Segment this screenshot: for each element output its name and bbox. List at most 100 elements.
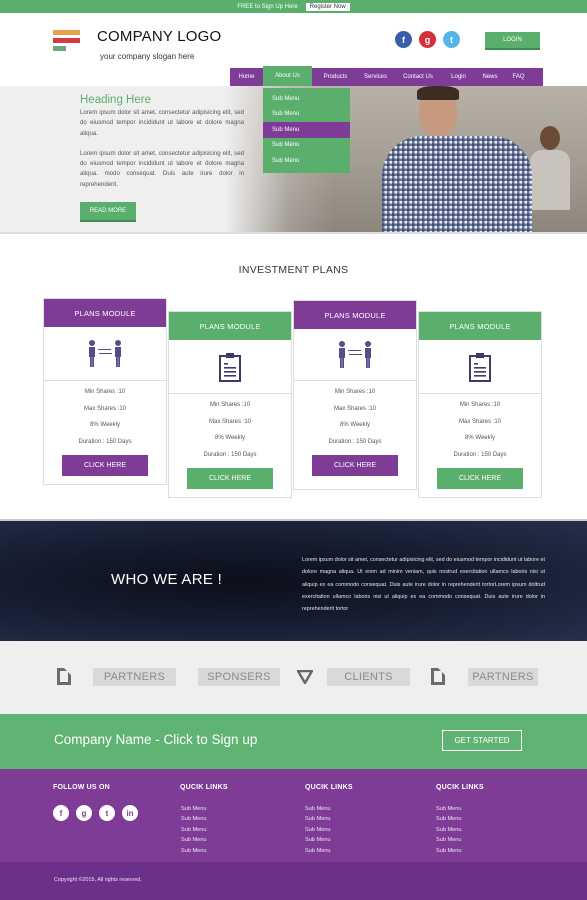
get-started-button[interactable]: GET STARTED — [442, 730, 522, 751]
plan-click-here-button[interactable]: CLICK HERE — [187, 467, 273, 489]
top-announcement-bar: FREE to Sign Up Here Register Now — [0, 0, 587, 13]
submenu-item[interactable]: Sub Menu — [263, 138, 350, 154]
investment-plans-title: INVESTMENT PLANS — [238, 264, 349, 276]
signup-cta-bar: Company Name - Click to Sign up GET STAR… — [0, 714, 587, 769]
nav-news[interactable]: News — [473, 68, 507, 86]
submenu-item[interactable]: Sub Menu — [263, 91, 350, 107]
nav-about-us[interactable]: About Us — [263, 66, 312, 86]
nav-services[interactable]: Services — [359, 68, 392, 86]
people-exchange-icon — [44, 327, 166, 381]
clipboard-icon — [419, 340, 541, 394]
google-plus-icon[interactable]: g — [419, 31, 436, 48]
about-us-dropdown: Sub Menu Sub Menu Sub Menu Sub Menu Sub … — [263, 88, 350, 173]
plan-card: PLANS MODULE Min Shares :10 Max Shares :… — [168, 311, 292, 498]
google-plus-icon[interactable]: g — [76, 805, 92, 821]
plan-rate: 8% Weekly — [340, 422, 370, 429]
plan-card: PLANS MODULE Min Shares :10 Max Shares :… — [293, 300, 417, 490]
plan-click-here-button[interactable]: CLICK HERE — [312, 454, 398, 476]
follow-us-heading: FOLLOW US ON — [53, 784, 110, 791]
plan-title: PLANS MODULE — [419, 312, 541, 340]
footer-link[interactable]: Sub Menu — [436, 814, 462, 824]
footer-link[interactable]: Sub Menu — [436, 825, 462, 835]
footer: FOLLOW US ON f g t in QUCIK LINKS Sub Me… — [0, 769, 587, 862]
footer-link[interactable]: Sub Menu — [181, 846, 207, 856]
businessman-image — [382, 86, 532, 232]
footer-link[interactable]: Sub Menu — [181, 804, 207, 814]
cta-text[interactable]: Company Name - Click to Sign up — [54, 732, 257, 747]
client-logo[interactable]: CLIENTS — [327, 668, 410, 686]
facebook-icon[interactable]: f — [395, 31, 412, 48]
clipboard-icon — [169, 340, 291, 394]
footer-link[interactable]: Sub Menu — [305, 825, 331, 835]
quick-links-heading: QUCIK LINKS — [436, 784, 484, 791]
footer-link[interactable]: Sub Menu — [436, 804, 462, 814]
partner-logo[interactable]: PARTNERS — [468, 668, 538, 686]
plan-click-here-button[interactable]: CLICK HERE — [62, 454, 148, 476]
footer-link[interactable]: Sub Menu — [305, 846, 331, 856]
nav-home[interactable]: Home — [230, 68, 263, 86]
plan-duration: Duration : 150 Days — [78, 439, 132, 446]
facebook-icon[interactable]: f — [53, 805, 69, 821]
company-logo-title[interactable]: COMPANY LOGO — [97, 28, 221, 45]
main-nav: Home About Us Products Services Contact … — [230, 66, 543, 86]
footer-social-links: f g t in — [53, 805, 138, 821]
linkedin-icon[interactable]: in — [122, 805, 138, 821]
plan-title: PLANS MODULE — [169, 312, 291, 340]
nav-products[interactable]: Products — [312, 68, 359, 86]
read-more-button[interactable]: READ MORE — [80, 202, 136, 222]
who-we-are-title: WHO WE ARE ! — [111, 571, 223, 588]
plan-click-here-button[interactable]: CLICK HERE — [437, 467, 523, 489]
footer-link[interactable]: Sub Menu — [305, 804, 331, 814]
people-exchange-icon — [294, 329, 416, 381]
plan-max-shares: Max Shares :10 — [458, 418, 502, 425]
plan-min-shares: Min Shares :10 — [209, 402, 251, 408]
document-icon — [57, 668, 71, 685]
hero-heading: Heading Here — [80, 94, 151, 106]
twitter-icon[interactable]: t — [443, 31, 460, 48]
hero-paragraph: Lorem ipsum dolor sit amet, consectetur … — [80, 109, 244, 137]
quick-links-list: Sub Menu Sub Menu Sub Menu Sub Menu Sub … — [305, 804, 331, 856]
header-social-links: f g t — [395, 31, 460, 48]
partners-strip: PARTNERS SPONSERS CLIENTS PARTNERS — [0, 641, 587, 714]
plan-max-shares: Max Shares :10 — [333, 405, 377, 412]
hero-text: Heading Here Lorem ipsum dolor sit amet,… — [80, 94, 244, 200]
plan-duration: Duration : 150 Days — [203, 452, 257, 459]
footer-link[interactable]: Sub Menu — [436, 835, 462, 845]
nav-faq[interactable]: FAQ — [507, 68, 530, 86]
triangle-logo-icon — [297, 668, 313, 686]
background-person-image — [530, 126, 570, 232]
register-now-button[interactable]: Register Now — [305, 2, 350, 11]
plan-min-shares: Min Shares :10 — [84, 389, 126, 395]
copyright-bar: Copyright ©2015, All rights reserved. — [0, 862, 587, 900]
partner-logo[interactable]: PARTNERS — [93, 668, 176, 686]
footer-link[interactable]: Sub Menu — [181, 814, 207, 824]
plan-rate: 8% Weekly — [90, 422, 120, 429]
quick-links-heading: QUCIK LINKS — [305, 784, 353, 791]
plan-rate: 8% Weekly — [465, 435, 495, 442]
hero-paragraph: Lorem ipsum dolor sit amet, consectetur … — [80, 149, 244, 188]
login-button[interactable]: LOGIN — [485, 32, 540, 50]
footer-link[interactable]: Sub Menu — [305, 814, 331, 824]
copyright-text: Copyright ©2015, All rights reserved. — [54, 877, 142, 883]
submenu-item[interactable]: Sub Menu — [263, 107, 350, 123]
plan-duration: Duration : 150 Days — [328, 439, 382, 446]
twitter-icon[interactable]: t — [99, 805, 115, 821]
plan-card: PLANS MODULE Min Shares :10 Max Shares :… — [418, 311, 542, 498]
quick-links-list: Sub Menu Sub Menu Sub Menu Sub Menu Sub … — [436, 804, 462, 856]
sponsor-logo[interactable]: SPONSERS — [198, 668, 280, 686]
footer-link[interactable]: Sub Menu — [181, 835, 207, 845]
footer-link[interactable]: Sub Menu — [436, 846, 462, 856]
footer-link[interactable]: Sub Menu — [181, 825, 207, 835]
submenu-item[interactable]: Sub Menu — [263, 153, 350, 169]
nav-contact-us[interactable]: Contact Us — [392, 68, 444, 86]
free-signup-text: FREE to Sign Up Here — [237, 3, 298, 10]
quick-links-heading: QUCIK LINKS — [180, 784, 228, 791]
who-we-are-section: WHO WE ARE ! Lorem ipsum dolor sit amet,… — [0, 519, 587, 641]
footer-link[interactable]: Sub Menu — [305, 835, 331, 845]
plan-card: PLANS MODULE Min Shares :10 Max Shares :… — [43, 298, 167, 485]
submenu-item-highlighted[interactable]: Sub Menu — [263, 122, 350, 138]
nav-login[interactable]: Login — [444, 68, 473, 86]
document-icon — [431, 668, 445, 685]
plan-min-shares: Min Shares :10 — [334, 389, 376, 395]
plan-max-shares: Max Shares :10 — [208, 418, 252, 425]
